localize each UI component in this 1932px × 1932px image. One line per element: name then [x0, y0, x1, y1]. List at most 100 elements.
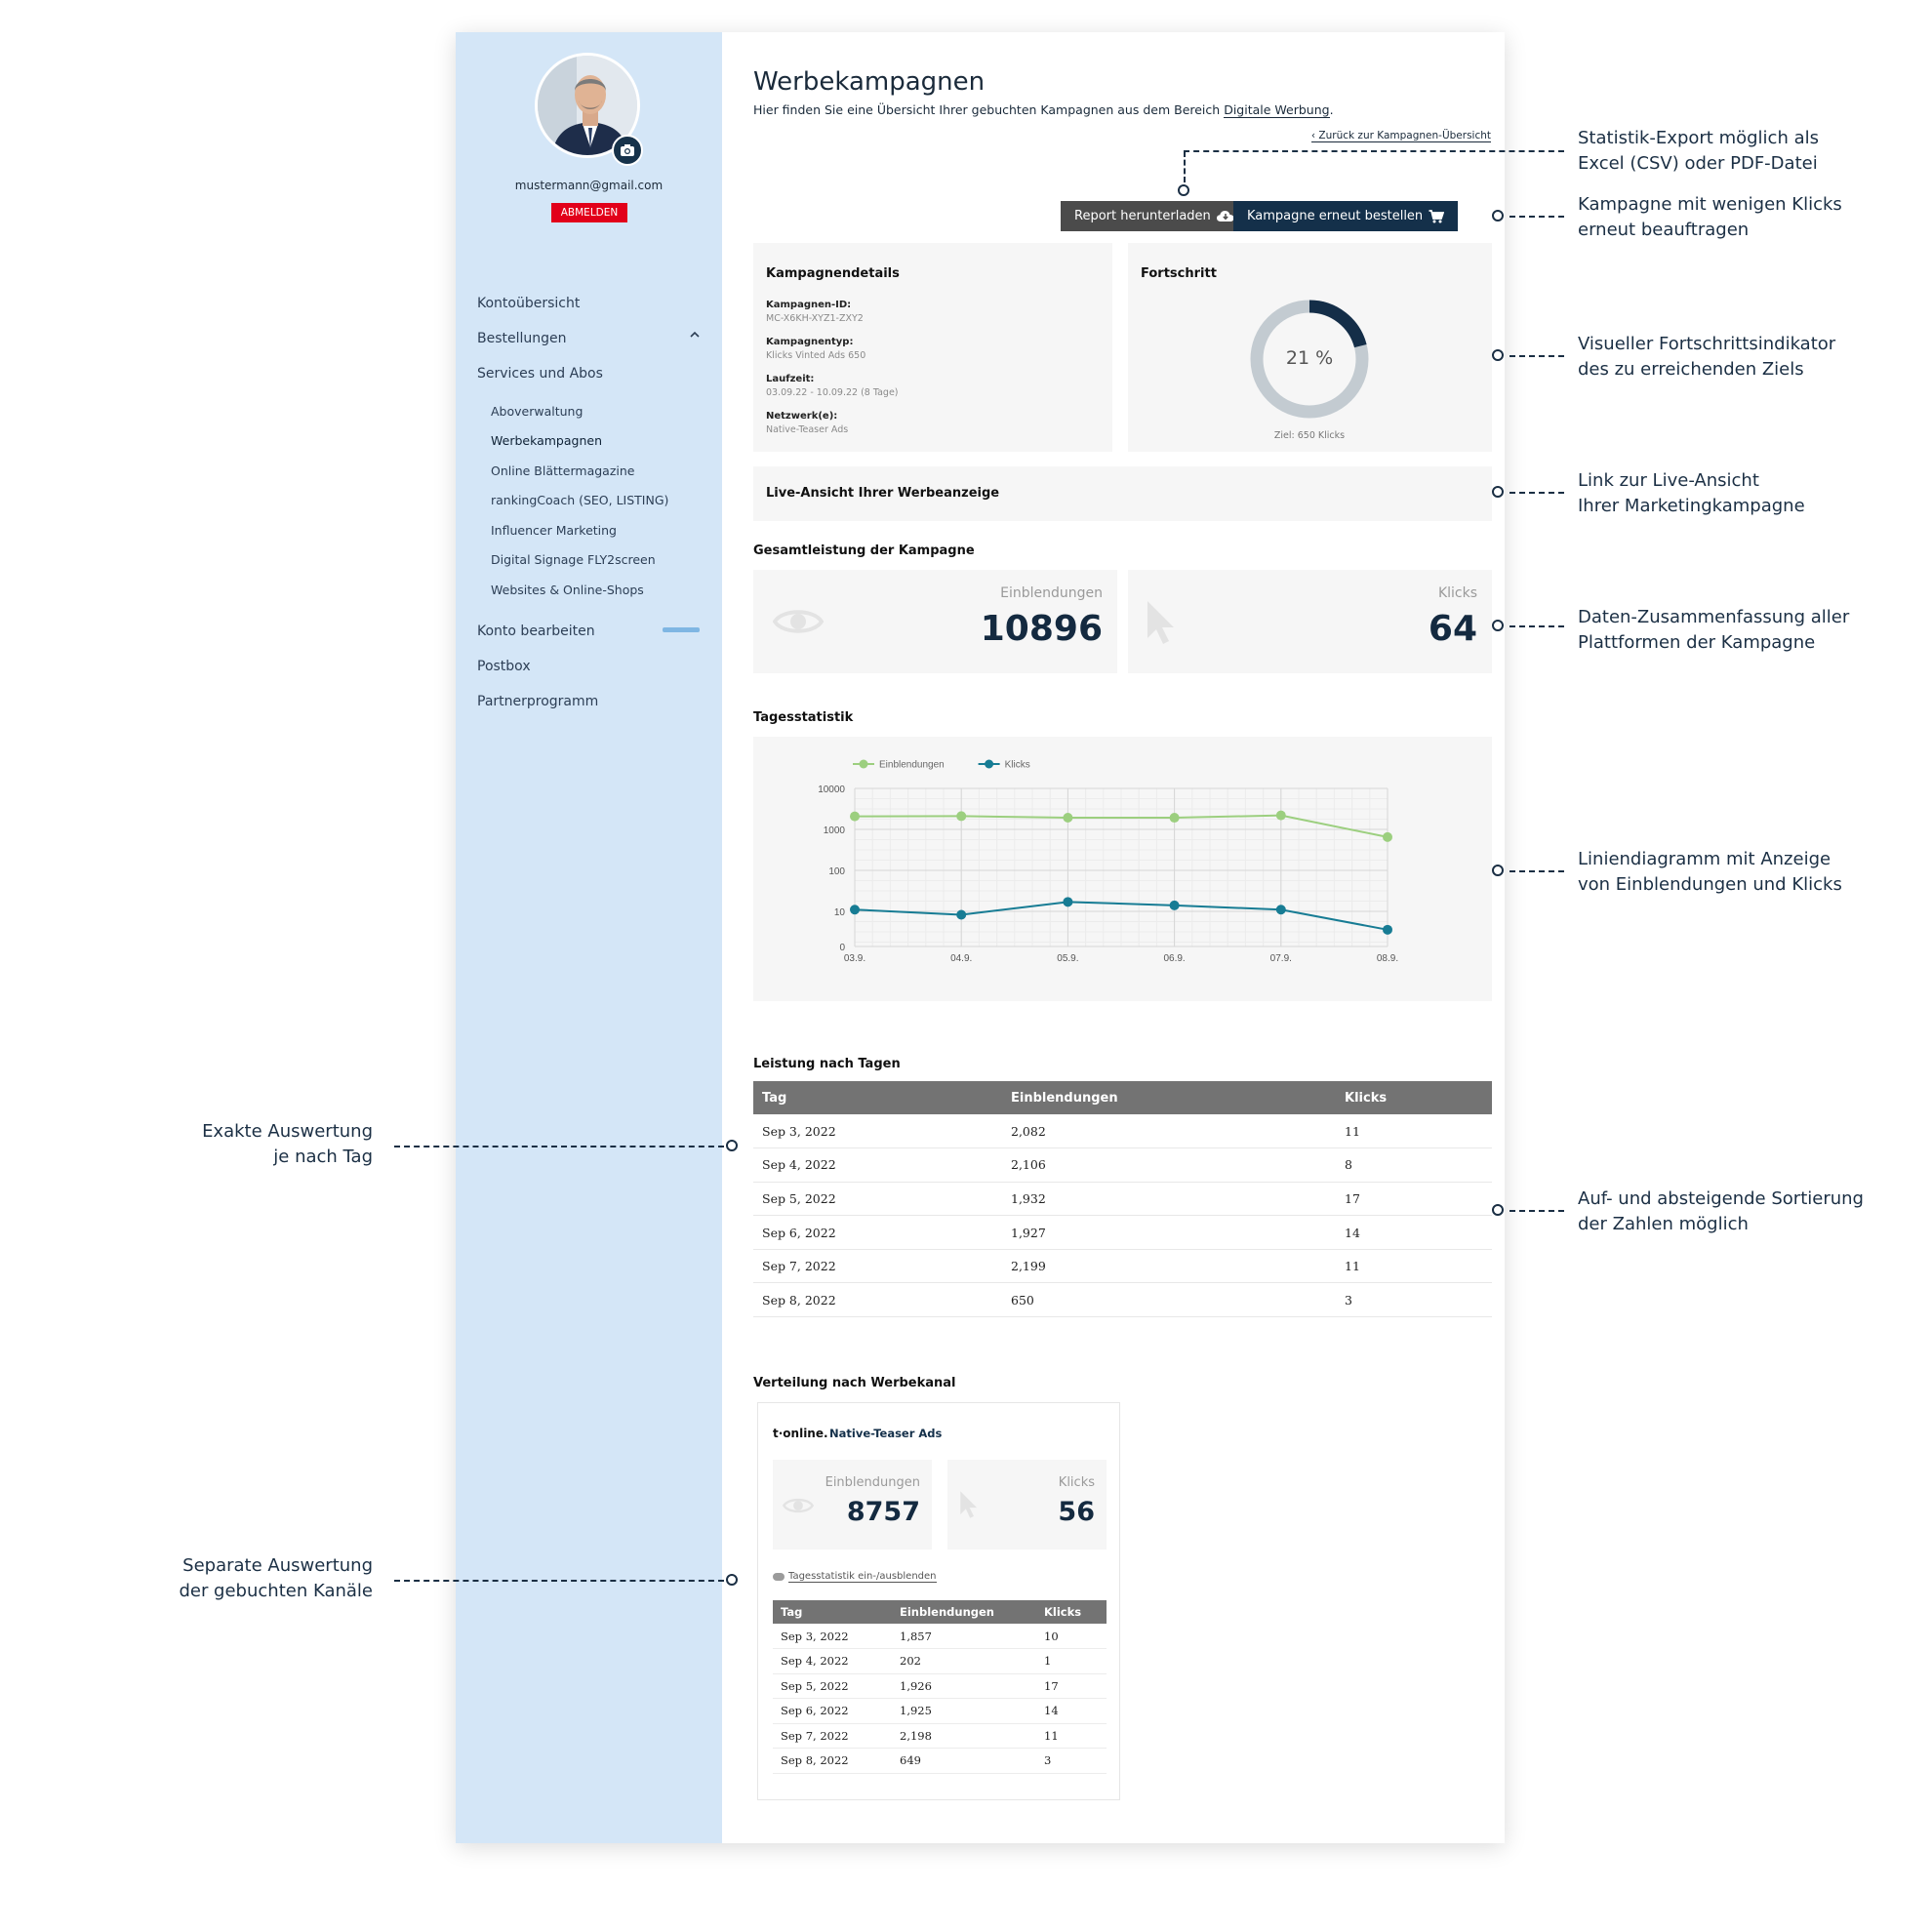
live-view-title: Live-Ansicht Ihrer Werbeanzeige: [766, 486, 1000, 501]
progress-marker: [1492, 349, 1504, 361]
subnav-rankingcoach[interactable]: rankingCoach (SEO, LISTING): [491, 493, 668, 507]
subnav-digital-signage[interactable]: Digital Signage FLY2screen: [491, 552, 656, 567]
total-clicks-card: Klicks 64: [1128, 570, 1492, 673]
back-link[interactable]: ‹ Zurück zur Kampagnen-Übersicht: [1310, 130, 1491, 142]
channel-impressions-card: Einblendungen 8757: [773, 1460, 932, 1550]
table-row: Sep 4, 2022 202 1: [773, 1648, 1107, 1674]
table-row: Sep 6, 2022 1,925 14: [773, 1698, 1107, 1724]
page-intro: Hier finden Sie eine Übersicht Ihrer geb…: [753, 102, 1334, 118]
col-tag[interactable]: Tag: [773, 1600, 892, 1624]
legend-label: Einblendungen: [879, 760, 945, 771]
y-tick-label: 0: [839, 943, 845, 953]
annotation-export: Statistik-Export möglich als Excel (CSV) …: [1578, 126, 1819, 177]
subnav-influencer-marketing[interactable]: Influencer Marketing: [491, 523, 617, 538]
cell-klicks: 14: [1336, 1215, 1492, 1250]
total-clicks-label: Klicks: [1437, 585, 1477, 601]
total-impressions-card: Einblendungen 10896: [753, 570, 1117, 673]
annotation-daily: Exakte Auswertung je nach Tag: [117, 1119, 373, 1170]
annotation-live: Link zur Live-Ansicht Ihrer Marketingkamp…: [1578, 468, 1805, 519]
nav-partnerprogramm[interactable]: Partnerprogramm: [477, 694, 598, 709]
table-row: Sep 7, 2022 2,199 11: [753, 1249, 1492, 1284]
nav-konto-bearbeiten[interactable]: Konto bearbeiten: [477, 624, 595, 639]
campaign-id-value: MC-X6KH-XYZ1-ZXY2: [766, 313, 864, 324]
total-clicks-value: 64: [1428, 609, 1477, 649]
chevron-up-icon[interactable]: [690, 331, 700, 339]
col-klicks[interactable]: Klicks: [1336, 1081, 1492, 1114]
progress-title: Fortschritt: [1141, 266, 1217, 281]
report-download-button[interactable]: Report herunterladen: [1061, 201, 1248, 231]
chart-connector: [1509, 870, 1564, 872]
x-tick-label: 04.9.: [950, 953, 972, 964]
nav-services-und-abos[interactable]: Services und Abos: [477, 366, 603, 382]
network-value: Native-Teaser Ads: [766, 424, 849, 435]
data-point: [956, 909, 967, 920]
cell-tag: Sep 6, 2022: [773, 1698, 892, 1724]
data-point: [1063, 812, 1073, 823]
channel-impressions-label: Einblendungen: [825, 1475, 920, 1490]
nav-bestellungen[interactable]: Bestellungen: [477, 331, 567, 346]
stage: mustermann@gmail.com ABMELDEN Kontoübers…: [0, 0, 1932, 1932]
subnav-werbekampagnen[interactable]: Werbekampagnen: [491, 433, 602, 448]
col-einblendungen[interactable]: Einblendungen: [892, 1600, 1036, 1624]
reorder-campaign-button[interactable]: Kampagne erneut bestellen: [1233, 201, 1459, 231]
channel-clicks-label: Klicks: [1058, 1475, 1095, 1490]
cart-icon: [1429, 209, 1445, 222]
chart-marker: [1492, 865, 1504, 876]
table-header-row: Tag Einblendungen Klicks: [753, 1081, 1492, 1114]
channels-marker: [726, 1574, 738, 1586]
col-tag[interactable]: Tag: [753, 1081, 1002, 1114]
daily-performance-title: Leistung nach Tagen: [753, 1057, 901, 1071]
sidebar: mustermann@gmail.com ABMELDEN Kontoübers…: [456, 32, 722, 1843]
cell-tag: Sep 5, 2022: [753, 1182, 1002, 1217]
channel-daily-table: Tag Einblendungen Klicks Sep 3, 2022 1,85…: [773, 1600, 1107, 1774]
daily-stats-toggle[interactable]: Tagesstatistik ein-/ausblenden: [773, 1571, 937, 1583]
logout-button[interactable]: ABMELDEN: [551, 203, 627, 222]
subnav-websites-shops[interactable]: Websites & Online-Shops: [491, 583, 644, 597]
cell-tag: Sep 6, 2022: [753, 1215, 1002, 1250]
tonline-logo: t·online.: [773, 1427, 828, 1440]
cell-tag: Sep 8, 2022: [773, 1748, 892, 1774]
cell-einblendungen: 2,198: [892, 1723, 1036, 1749]
data-point: [850, 811, 860, 822]
annotation-line: der Zahlen möglich: [1578, 1214, 1749, 1234]
cursor-icon: [960, 1491, 978, 1518]
annotation-line: Link zur Live-Ansicht: [1578, 470, 1759, 491]
live-marker: [1492, 486, 1504, 498]
total-impressions-value: 10896: [980, 609, 1103, 649]
intro-link[interactable]: Digitale Werbung: [1224, 102, 1330, 118]
data-point: [1383, 831, 1392, 842]
cell-einblendungen: 649: [892, 1748, 1036, 1774]
runtime-label: Laufzeit:: [766, 374, 815, 384]
annotation-line: Visueller Fortschrittsindikator: [1578, 334, 1836, 354]
annotation-chart: Liniendiagramm mit Anzeige von Einblendun…: [1578, 847, 1842, 898]
table-row: Sep 4, 2022 2,106 8: [753, 1147, 1492, 1183]
y-tick-label: 1000: [824, 825, 846, 836]
col-klicks[interactable]: Klicks: [1036, 1600, 1107, 1624]
report-button-label: Report herunterladen: [1074, 209, 1211, 223]
annotation-summary: Daten-Zusammenfassung aller Plattformen d…: [1578, 605, 1849, 656]
total-performance-title: Gesamtleistung der Kampagne: [753, 543, 975, 558]
table-row: Sep 3, 2022 2,082 11: [753, 1114, 1492, 1149]
annotation-line: Excel (CSV) oder PDF-Datei: [1578, 153, 1818, 174]
nav-postbox[interactable]: Postbox: [477, 659, 531, 674]
subnav-aboverwaltung[interactable]: Aboverwaltung: [491, 404, 583, 419]
nav-kontouebersicht[interactable]: Kontoübersicht: [477, 296, 580, 311]
table-row: Sep 6, 2022 1,927 14: [753, 1215, 1492, 1250]
cell-klicks: 11: [1036, 1723, 1107, 1749]
channel-clicks-value: 56: [1058, 1497, 1095, 1527]
live-view-link[interactable]: Live-Ansicht Ihrer Werbeanzeige: [753, 466, 1492, 521]
data-point: [1063, 897, 1073, 907]
toggle-switch-icon: [773, 1573, 785, 1581]
total-impressions-label: Einblendungen: [1000, 585, 1103, 601]
cell-klicks: 17: [1336, 1182, 1492, 1217]
progress-percent: 21 %: [1285, 347, 1334, 369]
cell-einblendungen: 2,106: [1002, 1147, 1336, 1183]
data-point: [1275, 905, 1286, 915]
cell-einblendungen: 2,199: [1002, 1249, 1336, 1284]
annotation-line: Plattformen der Kampagne: [1578, 632, 1816, 653]
subnav-blaettermagazine[interactable]: Online Blättermagazine: [491, 463, 635, 478]
sorting-connector: [1509, 1210, 1564, 1212]
camera-icon[interactable]: [612, 135, 643, 166]
col-einblendungen[interactable]: Einblendungen: [1002, 1081, 1336, 1114]
channel-impressions-value: 8757: [846, 1497, 920, 1527]
